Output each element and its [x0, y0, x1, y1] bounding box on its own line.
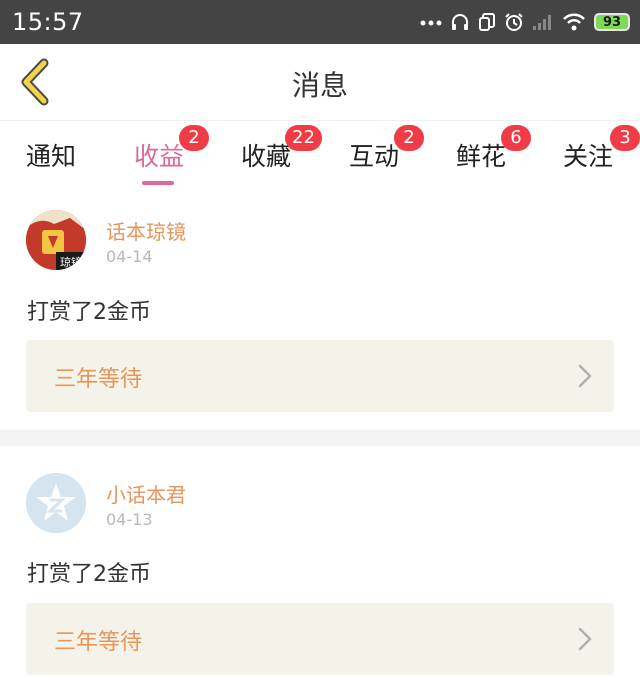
tab-label: 收藏: [241, 142, 292, 171]
tab-badge: 6: [501, 125, 531, 151]
tab-badge: 3: [610, 125, 640, 151]
tab-notifications[interactable]: 通知: [26, 131, 116, 179]
tab-earnings[interactable]: 收益 2: [134, 125, 224, 185]
wifi-icon: [563, 13, 585, 31]
status-time: 15:57: [12, 8, 84, 36]
tab-badge: 22: [285, 125, 322, 151]
avatar-image: 琼镜: [26, 210, 86, 270]
signal-icon: [533, 15, 551, 30]
tab-label: 收益: [134, 142, 185, 171]
tab-favorites[interactable]: 收藏 22: [241, 125, 331, 179]
referenced-work-title: 三年等待: [54, 367, 143, 392]
chevron-right-icon: [578, 364, 592, 388]
avatar[interactable]: 琼镜: [26, 210, 86, 270]
message-text: 打赏了2金币: [27, 562, 151, 587]
message-card: 琼镜 话本琼镜 04-14 打赏了2金币 三年等待: [0, 190, 640, 430]
referenced-work-title: 三年等待: [54, 630, 143, 655]
tab-bar: 通知 收益 2 收藏 22 互动 2 鲜花 6 关注 3: [0, 120, 640, 185]
more-dots-icon: [420, 20, 442, 26]
tab-badge: 2: [394, 125, 424, 151]
message-date: 04-14: [106, 247, 153, 266]
battery-indicator: 93: [594, 13, 630, 31]
referenced-work[interactable]: 三年等待: [26, 340, 614, 412]
page-title: 消息: [291, 69, 348, 102]
screen-mirror-icon: [479, 13, 495, 31]
sender-name[interactable]: 小话本君: [106, 479, 186, 508]
tab-label: 互动: [349, 142, 400, 171]
avatar[interactable]: [26, 473, 86, 533]
sender-name[interactable]: 话本琼镜: [106, 216, 186, 245]
message-date: 04-13: [106, 510, 153, 529]
headphones-icon: [452, 14, 468, 30]
default-avatar-icon: [26, 473, 86, 533]
tab-badge: 2: [179, 125, 209, 151]
tab-label: 鲜花: [456, 142, 507, 171]
status-icons: 93: [420, 10, 630, 34]
avatar-text: 琼镜: [60, 255, 82, 269]
tab-flowers[interactable]: 鲜花 6: [456, 125, 546, 179]
tab-interactions[interactable]: 互动 2: [349, 125, 439, 179]
status-bar: 15:57 93: [0, 0, 640, 44]
message-text: 打赏了2金币: [27, 300, 151, 325]
message-card: 小话本君 04-13 打赏了2金币 三年等待: [0, 446, 640, 677]
section-divider: [0, 430, 640, 446]
tab-label: 通知: [26, 142, 77, 171]
chevron-right-icon: [578, 627, 592, 651]
active-tab-indicator: [142, 181, 174, 185]
tab-follows[interactable]: 关注 3: [563, 125, 640, 179]
referenced-work[interactable]: 三年等待: [26, 603, 614, 675]
tab-label: 关注: [563, 142, 614, 171]
alarm-icon: [505, 13, 523, 31]
nav-bar: 消息: [0, 44, 640, 120]
